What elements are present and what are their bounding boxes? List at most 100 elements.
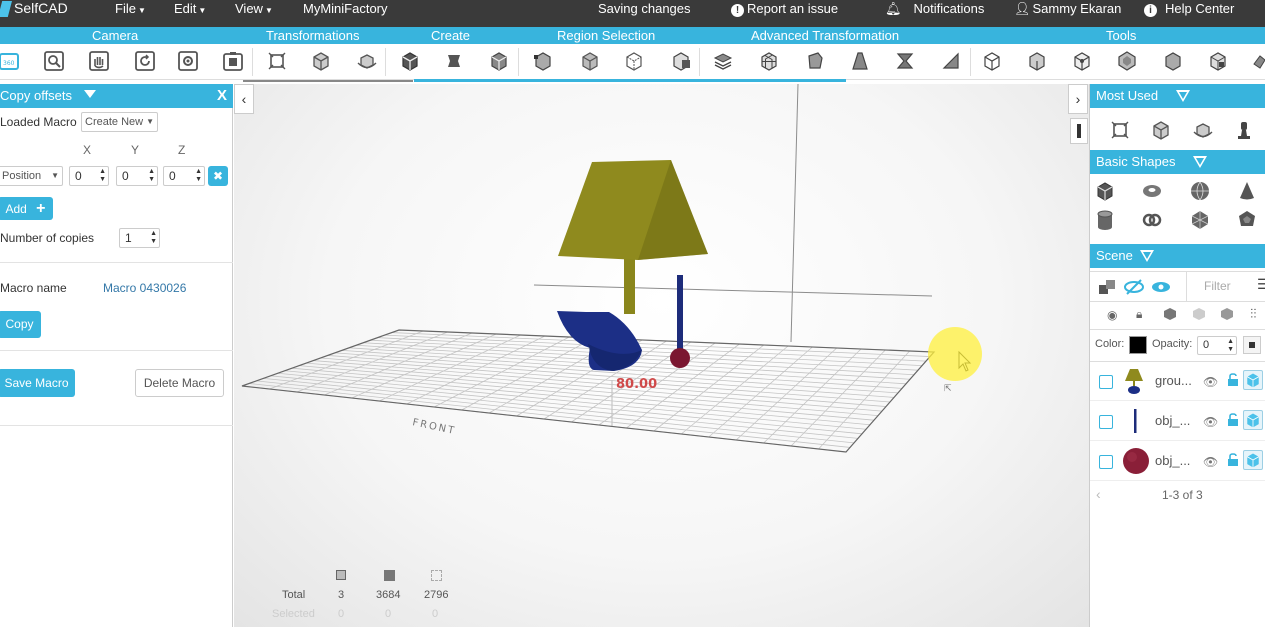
dodecahedron-shape-icon[interactable] — [1236, 209, 1258, 231]
scale-tool-icon[interactable] — [310, 50, 332, 72]
offset-z-input[interactable]: 0 ▲ ▼ — [163, 166, 205, 186]
eye-icon[interactable]: 👁︎ — [1203, 455, 1218, 469]
scene-filter-box[interactable]: Filter — [1186, 271, 1265, 301]
move-tool-icon[interactable] — [1109, 119, 1131, 141]
rotate-tool-icon[interactable] — [356, 50, 378, 72]
cone-shape-icon[interactable] — [1236, 180, 1258, 202]
basic-shapes-header[interactable]: Basic Shapes — [1090, 150, 1265, 174]
bevel-icon[interactable] — [804, 50, 826, 72]
section-camera[interactable]: Camera — [92, 27, 138, 44]
zoom-icon[interactable] — [43, 50, 65, 72]
stepper-icon[interactable]: ▲ ▼ — [1227, 338, 1234, 354]
wedge-icon[interactable] — [940, 50, 962, 72]
add-offset-button[interactable]: Add + — [0, 197, 53, 220]
stack-icon[interactable] — [712, 50, 734, 72]
stepper-icon[interactable]: ▲ ▼ — [148, 168, 155, 184]
view-menu[interactable]: View ▼ — [235, 0, 273, 17]
tools-more-icon[interactable] — [1252, 50, 1265, 72]
red-sphere[interactable] — [670, 348, 690, 368]
opacity-input[interactable]: 0 ▲ ▼ — [1197, 336, 1237, 355]
copies-input[interactable]: 1 ▲ ▼ — [119, 228, 160, 248]
collapse-left-panel-button[interactable]: ‹ — [234, 84, 254, 114]
filter-input[interactable]: Filter — [1204, 279, 1231, 293]
torus-shape-icon[interactable] — [1141, 180, 1163, 202]
help-center-link[interactable]: i Help Center — [1144, 0, 1234, 17]
remove-offset-button[interactable]: ✖ — [208, 166, 228, 186]
most-used-header[interactable]: Most Used — [1090, 84, 1265, 108]
sphere-shape-icon[interactable] — [1189, 180, 1211, 202]
report-issue-link[interactable]: ! Report an issue — [731, 0, 838, 17]
caret-down-icon[interactable] — [84, 90, 96, 98]
scene-item-group[interactable]: grou... 👁︎ — [1090, 361, 1265, 401]
prev-page-icon[interactable]: ‹ — [1096, 486, 1101, 502]
file-menu[interactable]: File ▼ — [115, 0, 146, 17]
knot-shape-icon[interactable] — [1141, 209, 1163, 231]
lamp-stem[interactable] — [624, 259, 635, 314]
unlock-icon[interactable] — [1227, 453, 1239, 467]
cylinder-shape-icon[interactable] — [1094, 209, 1116, 231]
select-edge-icon[interactable] — [623, 50, 645, 72]
select-vertex-icon[interactable] — [532, 50, 554, 72]
collapse-right-panel-button[interactable]: › — [1068, 84, 1088, 114]
selfcad-logo[interactable]: SelfCAD — [0, 0, 88, 17]
scene-item-object[interactable]: obj_... 👁︎ — [1090, 441, 1265, 481]
hide-all-icon[interactable] — [1123, 276, 1144, 295]
solid-view-icon[interactable] — [1243, 450, 1263, 470]
scene-item-checkbox[interactable] — [1099, 455, 1113, 469]
section-create[interactable]: Create — [431, 27, 470, 44]
save-macro-button[interactable]: Save Macro — [0, 369, 75, 397]
offset-y-input[interactable]: 0 ▲ ▼ — [116, 166, 158, 186]
solid-view-icon[interactable] — [1243, 370, 1263, 390]
stepper-icon[interactable]: ▲ ▼ — [195, 168, 202, 184]
delete-macro-button[interactable]: Delete Macro — [135, 369, 224, 397]
offset-x-input[interactable]: 0 ▲ ▼ — [69, 166, 109, 186]
notifications-link[interactable]: 🔔︎ Notifications — [885, 0, 984, 17]
rotate-tool-icon[interactable] — [1192, 119, 1214, 141]
edit-menu[interactable]: Edit ▼ — [174, 0, 206, 17]
scene-item-object[interactable]: obj_... 👁︎ — [1090, 401, 1265, 441]
tools-split-icon[interactable] — [1207, 50, 1229, 72]
apply-opacity-button[interactable] — [1243, 336, 1261, 354]
stepper-icon[interactable]: ▲ ▼ — [150, 230, 157, 246]
color-swatch[interactable] — [1129, 336, 1147, 354]
scene-header[interactable]: Scene — [1090, 244, 1265, 268]
side-tab-button[interactable] — [1070, 118, 1088, 144]
select-region-icon[interactable] — [670, 50, 692, 72]
offset-type-select[interactable]: Position ▼ — [0, 166, 63, 186]
myminifactory-link[interactable]: MyMiniFactory — [303, 0, 388, 17]
grid-cube-icon[interactable] — [758, 50, 780, 72]
extrude-icon[interactable] — [849, 50, 871, 72]
tools-mesh-icon[interactable] — [1162, 50, 1184, 72]
user-menu[interactable]: 👤︎ Sammy Ekaran — [1014, 0, 1121, 17]
loaded-macro-select[interactable]: Create New ▼ — [81, 112, 158, 132]
stepper-icon[interactable]: ▲ ▼ — [99, 168, 106, 184]
copy-button[interactable]: Copy — [0, 311, 41, 338]
twist-icon[interactable] — [894, 50, 916, 72]
move-tool-icon[interactable] — [266, 50, 288, 72]
shape-create-icon[interactable] — [443, 50, 465, 72]
pan-hand-icon[interactable] — [88, 50, 110, 72]
tools-solid-icon[interactable] — [1026, 50, 1048, 72]
group-icon[interactable] — [1096, 276, 1115, 294]
eye-icon[interactable]: 👁︎ — [1203, 415, 1218, 429]
stand-icon[interactable] — [1233, 119, 1255, 141]
section-tools[interactable]: Tools — [1106, 27, 1136, 44]
eye-icon[interactable]: 👁︎ — [1203, 375, 1218, 389]
3d-viewport[interactable]: FRONT 80.00 ⇱ ‹ › Total 3 3684 2796 Sele… — [234, 84, 1089, 627]
scene-item-checkbox[interactable] — [1099, 375, 1113, 389]
tools-cube-icon[interactable] — [981, 50, 1003, 72]
view-360-icon[interactable]: 360 — [0, 50, 20, 72]
scale-tool-icon[interactable] — [1150, 119, 1172, 141]
section-transformations[interactable]: Transformations — [266, 27, 359, 44]
blue-rod[interactable] — [677, 275, 683, 353]
section-region-selection[interactable]: Region Selection — [557, 27, 655, 44]
icosphere-shape-icon[interactable] — [1189, 209, 1211, 231]
solid-view-icon[interactable] — [1243, 410, 1263, 430]
sort-icon[interactable]: ☰ — [1257, 276, 1265, 293]
close-panel-button[interactable]: X — [217, 84, 227, 108]
unlock-icon[interactable] — [1227, 373, 1239, 387]
unlock-icon[interactable] — [1227, 413, 1239, 427]
select-face-icon[interactable] — [579, 50, 601, 72]
box-create-icon[interactable] — [488, 50, 510, 72]
cube-shape-icon[interactable] — [1094, 180, 1116, 202]
